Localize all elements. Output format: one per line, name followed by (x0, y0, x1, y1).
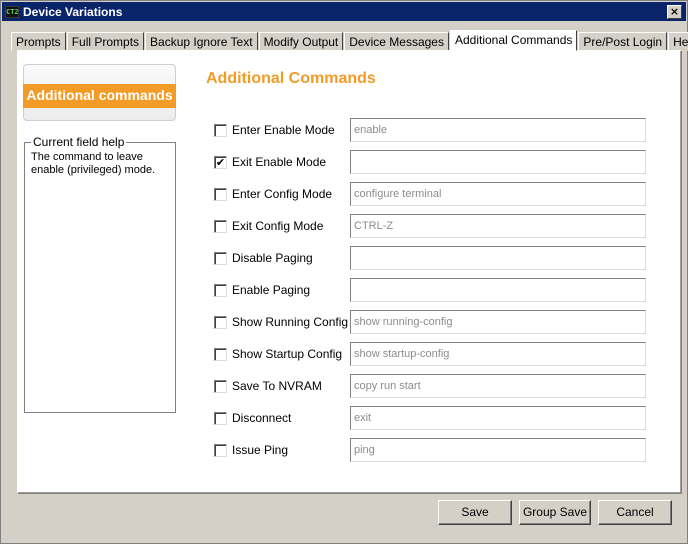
field-help-legend: Current field help (31, 135, 127, 149)
disable-paging-label: Disable Paging (232, 251, 313, 265)
command-row-disable-paging: Disable Paging (214, 246, 646, 270)
exit-enable-mode-label: Exit Enable Mode (232, 155, 327, 169)
tab-pre-post-login[interactable]: Pre/Post Login (578, 32, 668, 51)
command-row-save-to-nvram: Save To NVRAM (214, 374, 646, 398)
show-startup-config-label: Show Startup Config (232, 347, 343, 361)
command-row-enter-enable-mode: Enter Enable Mode (214, 118, 646, 142)
tab-additional-commands[interactable]: Additional Commands (449, 30, 578, 51)
disconnect-label: Disconnect (232, 411, 292, 425)
issue-ping-field[interactable] (350, 438, 646, 462)
command-row-exit-config-mode: Exit Config Mode (214, 214, 646, 238)
cancel-button[interactable]: Cancel (598, 500, 672, 525)
command-row-exit-enable-mode: ✔ Exit Enable Mode (214, 150, 646, 174)
close-button[interactable]: × (667, 4, 682, 19)
exit-config-mode-field[interactable] (350, 214, 646, 238)
command-row-enable-paging: Enable Paging (214, 278, 646, 302)
enter-config-mode-label: Enter Config Mode (232, 187, 333, 201)
tab-strip: Prompts Full Prompts Backup Ignore Text … (11, 30, 688, 51)
exit-config-mode-label: Exit Config Mode (232, 219, 324, 233)
page-heading: Additional Commands (206, 70, 376, 87)
title-bar[interactable]: CT2 Device Variations × (2, 2, 686, 21)
tab-modify-output[interactable]: Modify Output (258, 32, 344, 51)
enter-enable-mode-field[interactable] (350, 118, 646, 142)
show-startup-config-checkbox[interactable] (214, 348, 227, 361)
enter-enable-mode-checkbox[interactable] (214, 124, 227, 137)
show-startup-config-field[interactable] (350, 342, 646, 366)
field-help-group (24, 142, 176, 413)
exit-config-mode-checkbox[interactable] (214, 220, 227, 233)
show-running-config-field[interactable] (350, 310, 646, 334)
device-variations-window: CT2 Device Variations × Prompts Full Pro… (0, 0, 688, 544)
group-save-button[interactable]: Group Save (519, 500, 591, 525)
enable-paging-label: Enable Paging (232, 283, 311, 297)
show-running-config-label: Show Running Config (232, 315, 349, 329)
tab-device-messages[interactable]: Device Messages (344, 32, 449, 51)
show-running-config-checkbox[interactable] (214, 316, 227, 329)
section-badge: Additional commands (23, 84, 176, 108)
enter-config-mode-checkbox[interactable] (214, 188, 227, 201)
tab-backup-ignore-text[interactable]: Backup Ignore Text (145, 32, 258, 51)
command-row-enter-config-mode: Enter Config Mode (214, 182, 646, 206)
save-to-nvram-field[interactable] (350, 374, 646, 398)
disconnect-field[interactable] (350, 406, 646, 430)
enable-paging-field[interactable] (350, 278, 646, 302)
issue-ping-label: Issue Ping (232, 443, 289, 457)
save-to-nvram-checkbox[interactable] (214, 380, 227, 393)
app-icon: CT2 (5, 5, 19, 18)
disable-paging-field[interactable] (350, 246, 646, 270)
disconnect-checkbox[interactable] (214, 412, 227, 425)
tab-prompts[interactable]: Prompts (11, 32, 66, 51)
command-row-show-startup-config: Show Startup Config (214, 342, 646, 366)
command-row-issue-ping: Issue Ping (214, 438, 646, 462)
window-title: Device Variations (23, 4, 123, 19)
enable-paging-checkbox[interactable] (214, 284, 227, 297)
save-to-nvram-label: Save To NVRAM (232, 379, 322, 393)
command-row-disconnect: Disconnect (214, 406, 646, 430)
tab-help[interactable]: Help (668, 32, 688, 51)
enter-config-mode-field[interactable] (350, 182, 646, 206)
field-help-text: The command to leave enable (privileged)… (31, 151, 156, 176)
issue-ping-checkbox[interactable] (214, 444, 227, 457)
tab-full-prompts[interactable]: Full Prompts (66, 32, 145, 51)
enter-enable-mode-label: Enter Enable Mode (232, 123, 335, 137)
save-button[interactable]: Save (438, 500, 512, 525)
exit-enable-mode-checkbox[interactable]: ✔ (214, 156, 227, 169)
command-row-show-running-config: Show Running Config (214, 310, 646, 334)
exit-enable-mode-field[interactable] (350, 150, 646, 174)
disable-paging-checkbox[interactable] (214, 252, 227, 265)
